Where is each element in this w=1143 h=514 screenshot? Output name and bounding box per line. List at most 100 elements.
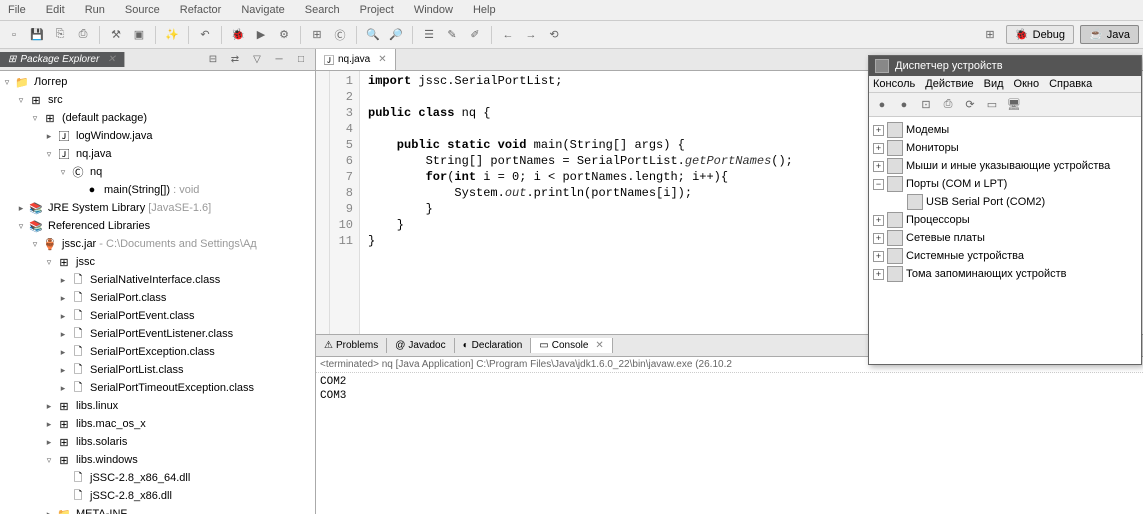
device-node-net[interactable]: +Сетевые платы (873, 229, 1137, 247)
new-class-icon[interactable]: Ⓒ (330, 25, 350, 45)
tree-toggle-icon[interactable]: ▿ (58, 167, 68, 178)
menu-navigate[interactable]: Navigate (237, 2, 288, 18)
dm-expand-icon[interactable]: + (873, 269, 884, 280)
code-area[interactable]: import jssc.SerialPortList;public class … (360, 71, 801, 334)
device-node-monitors[interactable]: +Мониторы (873, 139, 1137, 157)
dm-forward-icon[interactable]: ● (895, 96, 913, 114)
dm-props-icon[interactable]: ▭ (983, 96, 1001, 114)
tree-row[interactable]: ▿📁Логгер (2, 73, 313, 91)
tree-row[interactable]: ▸⊞libs.mac_os_x (2, 415, 313, 433)
task-icon[interactable]: ☰ (419, 25, 439, 45)
search-icon[interactable]: 🔎 (386, 25, 406, 45)
back-icon[interactable]: ← (498, 25, 518, 45)
tree-row[interactable]: ▸🗋SerialPort.class (2, 289, 313, 307)
perspective-debug[interactable]: 🐞Debug (1006, 25, 1074, 44)
tree-toggle-icon[interactable]: ▿ (30, 239, 40, 250)
tree-toggle-icon[interactable]: ▸ (44, 419, 54, 430)
dm-menu-action[interactable]: Действие (925, 78, 973, 90)
tree-row[interactable]: ▸🗋SerialPortEventListener.class (2, 325, 313, 343)
new-icon[interactable]: ▫ (4, 25, 24, 45)
dm-expand-icon[interactable]: + (873, 215, 884, 226)
tree-row[interactable]: ▿⊞jssc (2, 253, 313, 271)
menu-source[interactable]: Source (121, 2, 164, 18)
tree-toggle-icon[interactable]: ▸ (58, 275, 68, 286)
dm-menu-view[interactable]: Вид (984, 78, 1004, 90)
close-icon[interactable]: ✕ (378, 54, 386, 65)
save-icon[interactable]: 💾 (27, 25, 47, 45)
tree-toggle-icon[interactable]: ▸ (44, 131, 54, 142)
minimize-icon[interactable]: ─ (269, 50, 289, 70)
package-explorer-tab[interactable]: ⊞Package Explorer✕ (0, 52, 125, 67)
device-node-storage[interactable]: +Тома запоминающих устройств (873, 265, 1137, 283)
view-menu-icon[interactable]: ▽ (247, 50, 267, 70)
perspective-java[interactable]: ☕Java (1080, 25, 1139, 44)
close-icon[interactable]: ✕ (595, 340, 603, 351)
tree-row[interactable]: 🗋jSSC-2.8_x86_64.dll (2, 469, 313, 487)
wizard-icon[interactable]: ✨ (162, 25, 182, 45)
menu-run[interactable]: Run (81, 2, 109, 18)
device-node-ports[interactable]: −Порты (COM и LPT) (873, 175, 1137, 193)
tab-javadoc[interactable]: @Javadoc (387, 338, 454, 353)
tree-row[interactable]: ▸⊞libs.solaris (2, 433, 313, 451)
tab-console[interactable]: ▭Console✕ (531, 338, 613, 353)
dm-expand-icon[interactable]: + (873, 251, 884, 262)
debug-icon[interactable]: 🐞 (228, 25, 248, 45)
tab-problems[interactable]: ⚠Problems (316, 338, 387, 353)
tree-toggle-icon[interactable]: ▿ (30, 113, 40, 124)
tree-toggle-icon[interactable]: ▿ (44, 257, 54, 268)
device-node-mice[interactable]: +Мыши и иные указывающие устройства (873, 157, 1137, 175)
tree-row[interactable]: ▿Ⓒnq (2, 163, 313, 181)
dm-print-icon[interactable]: ⎙ (939, 96, 957, 114)
tree-row[interactable]: ▸🄹logWindow.java (2, 127, 313, 145)
menu-project[interactable]: Project (356, 2, 398, 18)
maximize-icon[interactable]: □ (291, 50, 311, 70)
dm-menu-console[interactable]: Консоль (873, 78, 915, 90)
device-node-usb-serial[interactable]: USB Serial Port (COM2) (873, 193, 1137, 211)
device-node-sys[interactable]: +Системные устройства (873, 247, 1137, 265)
editor-tab-nq[interactable]: 🄹nq.java✕ (316, 49, 396, 70)
dm-expand-icon[interactable]: + (873, 125, 884, 136)
dm-back-icon[interactable]: ● (873, 96, 891, 114)
device-manager-titlebar[interactable]: Диспетчер устройств (869, 56, 1141, 76)
dm-expand-icon[interactable]: + (873, 143, 884, 154)
dm-refresh-icon[interactable]: ⟳ (961, 96, 979, 114)
dm-expand-icon[interactable]: − (873, 179, 884, 190)
save-all-icon[interactable]: ⎘ (50, 25, 70, 45)
close-icon[interactable]: ✕ (107, 54, 115, 65)
menu-edit[interactable]: Edit (42, 2, 69, 18)
open-perspective-icon[interactable]: ⊞ (980, 25, 1000, 45)
tree-row[interactable]: ●main(String[]) : void (2, 181, 313, 199)
tree-toggle-icon[interactable]: ▸ (58, 365, 68, 376)
tree-toggle-icon[interactable]: ▿ (16, 221, 26, 232)
device-tree[interactable]: +Модемы+Мониторы+Мыши и иные указывающие… (869, 117, 1141, 364)
tree-toggle-icon[interactable]: ▸ (44, 509, 54, 514)
run-ext-icon[interactable]: ⚙ (274, 25, 294, 45)
last-edit-icon[interactable]: ⟲ (544, 25, 564, 45)
collapse-all-icon[interactable]: ⊟ (203, 50, 223, 70)
dm-menu-window[interactable]: Окно (1014, 78, 1040, 90)
package-icon[interactable]: ▣ (129, 25, 149, 45)
tree-toggle-icon[interactable]: ▸ (58, 383, 68, 394)
tree-row[interactable]: ▸📚JRE System Library [JavaSE-1.6] (2, 199, 313, 217)
undo-icon[interactable]: ↶ (195, 25, 215, 45)
menu-search[interactable]: Search (301, 2, 344, 18)
open-type-icon[interactable]: 🔍 (363, 25, 383, 45)
print-icon[interactable]: ⎙ (73, 25, 93, 45)
tree-row[interactable]: ▿⊞libs.windows (2, 451, 313, 469)
tree-toggle-icon[interactable]: ▸ (58, 293, 68, 304)
tree-toggle-icon[interactable]: ▿ (2, 77, 12, 88)
package-tree[interactable]: ▿📁Логгер▿⊞src▿⊞(default package)▸🄹logWin… (0, 71, 315, 514)
tree-toggle-icon[interactable]: ▸ (44, 437, 54, 448)
tree-row[interactable]: ▸🗋SerialPortTimeoutException.class (2, 379, 313, 397)
menu-refactor[interactable]: Refactor (176, 2, 226, 18)
tree-row[interactable]: ▿⊞(default package) (2, 109, 313, 127)
tree-row[interactable]: ▿🄹nq.java (2, 145, 313, 163)
menu-help[interactable]: Help (469, 2, 500, 18)
tree-row[interactable]: ▿📚Referenced Libraries (2, 217, 313, 235)
tree-toggle-icon[interactable]: ▸ (58, 329, 68, 340)
dm-expand-icon[interactable]: + (873, 233, 884, 244)
dm-up-icon[interactable]: ⊡ (917, 96, 935, 114)
tree-row[interactable]: ▸🗋SerialPortException.class (2, 343, 313, 361)
tree-toggle-icon[interactable]: ▸ (16, 203, 26, 214)
device-node-modems[interactable]: +Модемы (873, 121, 1137, 139)
